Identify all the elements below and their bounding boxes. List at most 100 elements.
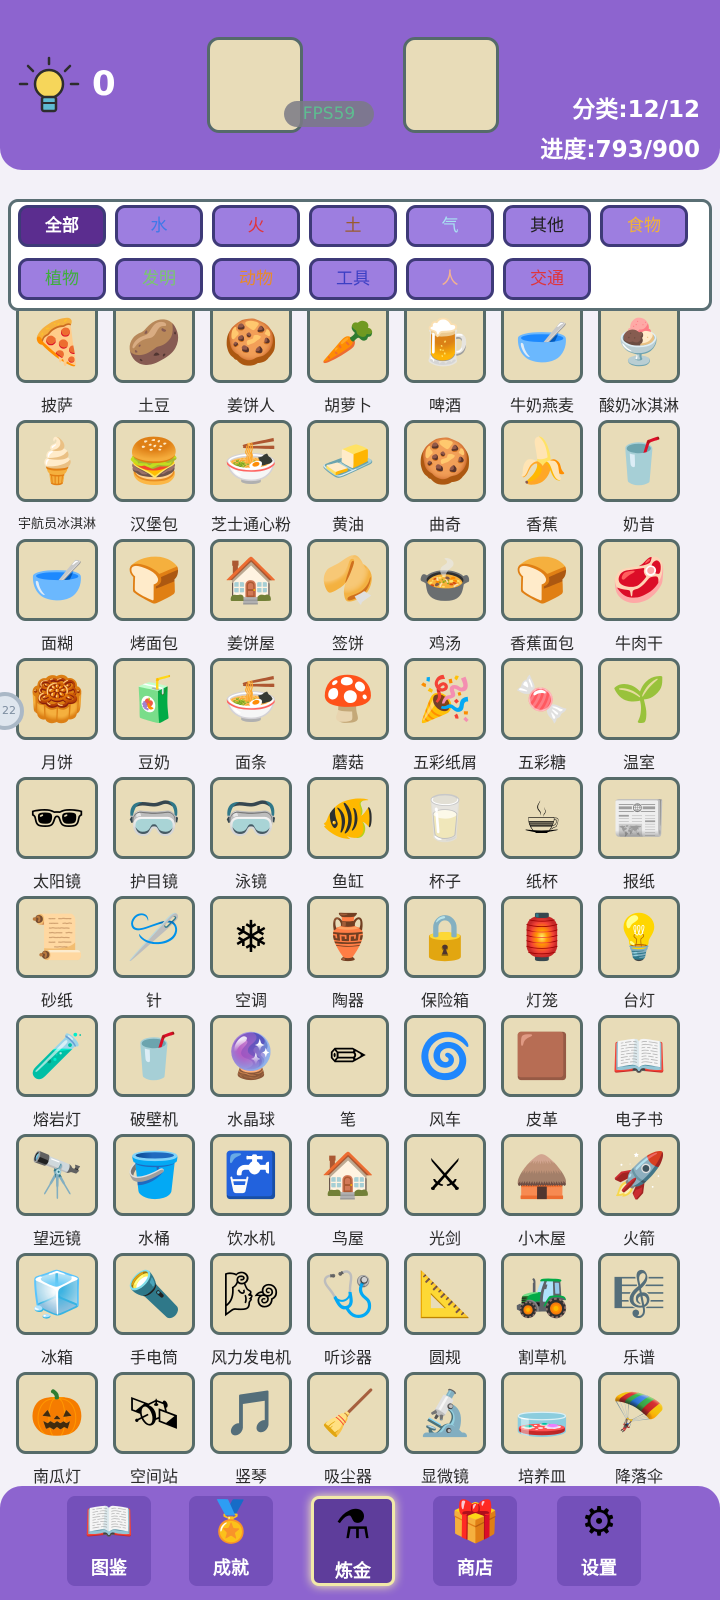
item-card[interactable]: 🥤 奶昔	[590, 420, 688, 538]
item-card[interactable]: 🧹 吸尘器	[299, 1372, 397, 1486]
item-card[interactable]: 🍕 披萨	[8, 311, 106, 419]
item-card[interactable]: 🚜 割草机	[493, 1253, 591, 1371]
item-name: 鱼缸	[331, 872, 364, 891]
item-icon: 🚀	[598, 1134, 680, 1216]
item-card[interactable]: 🎵 竖琴	[202, 1372, 300, 1486]
item-card[interactable]: 🥤 破壁机	[105, 1015, 203, 1133]
item-name: 手电筒	[129, 1348, 178, 1367]
item-card[interactable]: 🍨 酸奶冰淇淋	[590, 311, 688, 419]
item-card[interactable]: 🚰 饮水机	[202, 1134, 300, 1252]
item-icon: 🥽	[113, 777, 195, 859]
item-card[interactable]: 🥽 泳镜	[202, 777, 300, 895]
item-card[interactable]: 🥩 牛肉干	[590, 539, 688, 657]
item-name: 牛肉干	[614, 634, 663, 653]
category-tab[interactable]: 火	[212, 205, 300, 247]
item-icon: 🥕	[307, 311, 389, 383]
item-card[interactable]: 🏠 鸟屋	[299, 1134, 397, 1252]
item-card[interactable]: 🌱 温室	[590, 658, 688, 776]
item-card[interactable]: 🌬 风力发电机	[202, 1253, 300, 1371]
category-tab[interactable]: 动物	[212, 258, 300, 300]
category-tab[interactable]: 植物	[18, 258, 106, 300]
item-card[interactable]: 🧃 豆奶	[105, 658, 203, 776]
item-card[interactable]: 🟫 皮革	[493, 1015, 591, 1133]
item-card[interactable]: 🎉 五彩纸屑	[396, 658, 494, 776]
category-tab[interactable]: 气	[406, 205, 494, 247]
nav-button[interactable]: 🏅 成就	[189, 1496, 273, 1586]
item-card[interactable]: 🔭 望远镜	[8, 1134, 106, 1252]
nav-button[interactable]: 🎁 商店	[433, 1496, 517, 1586]
item-card[interactable]: 🍪 姜饼人	[202, 311, 300, 419]
item-card[interactable]: 🥛 杯子	[396, 777, 494, 895]
item-card[interactable]: ☕ 纸杯	[493, 777, 591, 895]
item-card[interactable]: 🐠 鱼缸	[299, 777, 397, 895]
item-card[interactable]: 🍲 鸡汤	[396, 539, 494, 657]
item-card[interactable]: 🩺 听诊器	[299, 1253, 397, 1371]
item-icon: 🥛	[404, 777, 486, 859]
item-card[interactable]: 🎼 乐谱	[590, 1253, 688, 1371]
category-tab[interactable]: 发明	[115, 258, 203, 300]
nav-button[interactable]: 📖 图鉴	[67, 1496, 151, 1586]
item-icon: 🥤	[113, 1015, 195, 1097]
item-card[interactable]: 🍺 啤酒	[396, 311, 494, 419]
item-card[interactable]: 🍜 芝士通心粉	[202, 420, 300, 538]
item-card[interactable]: 💡 台灯	[590, 896, 688, 1014]
item-card[interactable]: 🔮 水晶球	[202, 1015, 300, 1133]
category-tab[interactable]: 人	[406, 258, 494, 300]
top-hud: 0 FPS59 分类:12/12 进度:793/900	[0, 0, 720, 170]
merge-slot-right[interactable]	[403, 37, 499, 133]
item-card[interactable]: 🍌 香蕉	[493, 420, 591, 538]
item-card[interactable]: 🪂 降落伞	[590, 1372, 688, 1486]
item-card[interactable]: 📰 报纸	[590, 777, 688, 895]
item-card[interactable]: 🍬 五彩糖	[493, 658, 591, 776]
item-card[interactable]: 🏠 姜饼屋	[202, 539, 300, 657]
item-card[interactable]: 🧫 培养皿	[493, 1372, 591, 1486]
item-card[interactable]: 🥠 签饼	[299, 539, 397, 657]
item-card[interactable]: 🛖 小木屋	[493, 1134, 591, 1252]
item-card[interactable]: ✏ 笔	[299, 1015, 397, 1133]
item-card[interactable]: 🏺 陶器	[299, 896, 397, 1014]
item-card[interactable]: 🍄 蘑菇	[299, 658, 397, 776]
item-card[interactable]: 🔬 显微镜	[396, 1372, 494, 1486]
item-card[interactable]: 🥣 面糊	[8, 539, 106, 657]
item-card[interactable]: 🥣 牛奶燕麦	[493, 311, 591, 419]
item-card[interactable]: 🧪 熔岩灯	[8, 1015, 106, 1133]
item-card[interactable]: 🛰 空间站	[105, 1372, 203, 1486]
category-tab[interactable]: 水	[115, 205, 203, 247]
item-card[interactable]: ⚔ 光剑	[396, 1134, 494, 1252]
item-card[interactable]: 🧊 冰箱	[8, 1253, 106, 1371]
item-card[interactable]: 🌀 风车	[396, 1015, 494, 1133]
item-card[interactable]: ❄ 空调	[202, 896, 300, 1014]
item-name: 披萨	[40, 396, 73, 415]
category-tab[interactable]: 土	[309, 205, 397, 247]
category-tab[interactable]: 食物	[600, 205, 688, 247]
item-card[interactable]: 🥽 护目镜	[105, 777, 203, 895]
category-tab[interactable]: 交通	[503, 258, 591, 300]
item-card[interactable]: 🍞 烤面包	[105, 539, 203, 657]
category-tab[interactable]: 其他	[503, 205, 591, 247]
item-card[interactable]: 🚀 火箭	[590, 1134, 688, 1252]
item-card[interactable]: 🥕 胡萝卜	[299, 311, 397, 419]
item-card[interactable]: 🍜 面条	[202, 658, 300, 776]
item-card[interactable]: 🪣 水桶	[105, 1134, 203, 1252]
item-card[interactable]: 📜 砂纸	[8, 896, 106, 1014]
item-card[interactable]: 🎃 南瓜灯	[8, 1372, 106, 1486]
category-tab[interactable]: 工具	[309, 258, 397, 300]
item-card[interactable]: 🍔 汉堡包	[105, 420, 203, 538]
item-card[interactable]: 🍞 香蕉面包	[493, 539, 591, 657]
item-card[interactable]: 🍪 曲奇	[396, 420, 494, 538]
item-card[interactable]: 🍦 宇航员冰淇淋	[8, 420, 106, 538]
item-name: 芝士通心粉	[210, 515, 291, 534]
nav-button[interactable]: ⚙ 设置	[557, 1496, 641, 1586]
item-card[interactable]: 📐 圆规	[396, 1253, 494, 1371]
item-card[interactable]: 🥔 土豆	[105, 311, 203, 419]
item-card[interactable]: 📖 电子书	[590, 1015, 688, 1133]
item-card[interactable]: 🔒 保险箱	[396, 896, 494, 1014]
nav-button[interactable]: ⚗ 炼金	[311, 1496, 395, 1586]
item-card[interactable]: 🪡 针	[105, 896, 203, 1014]
category-tab[interactable]: 全部	[18, 205, 106, 247]
item-card[interactable]: 🏮 灯笼	[493, 896, 591, 1014]
item-card[interactable]: 🕶 太阳镜	[8, 777, 106, 895]
item-card[interactable]: 🧈 黄油	[299, 420, 397, 538]
lightbulb-icon[interactable]	[18, 56, 80, 118]
item-card[interactable]: 🔦 手电筒	[105, 1253, 203, 1371]
